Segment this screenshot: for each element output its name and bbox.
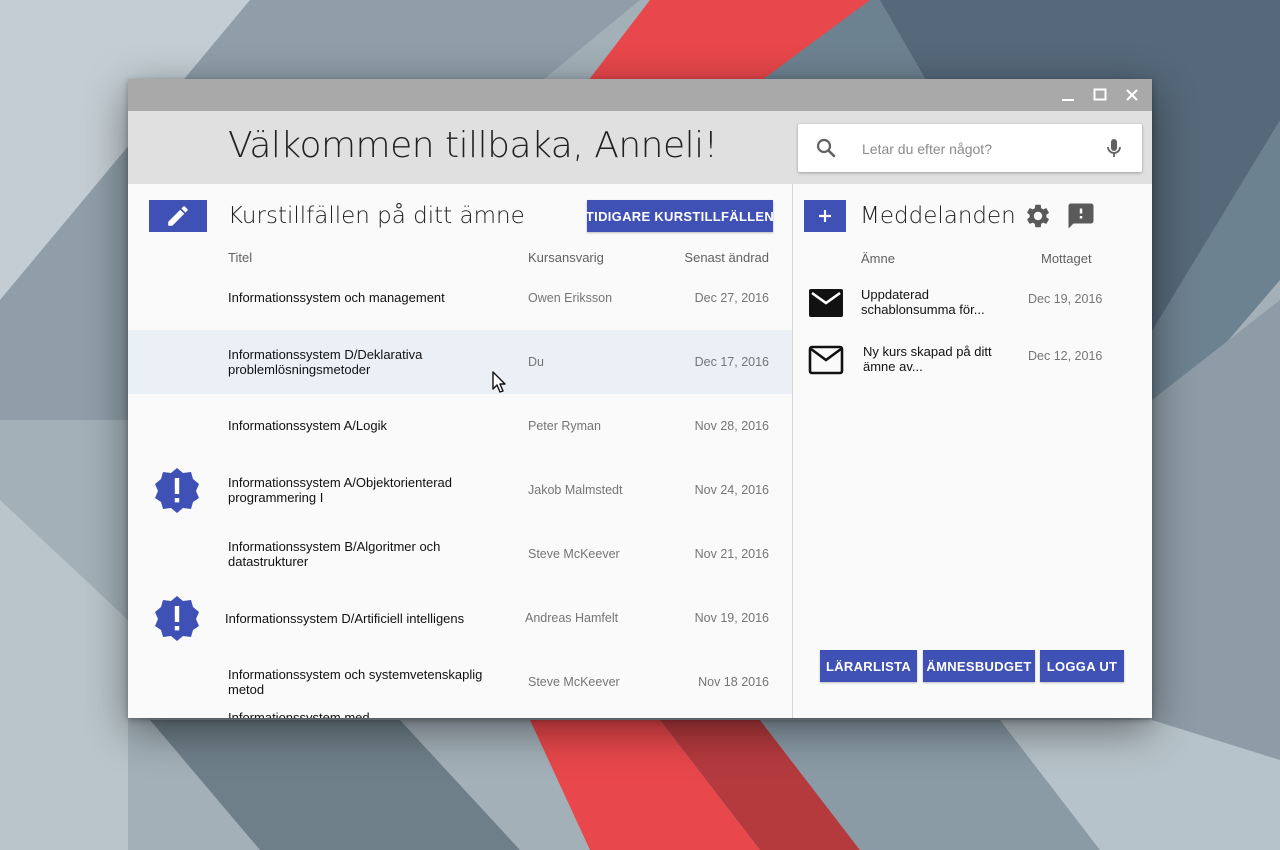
window-titlebar[interactable] bbox=[128, 79, 1152, 111]
gear-icon[interactable] bbox=[1024, 202, 1052, 235]
mail-open-icon bbox=[808, 345, 844, 380]
course-title: Informationssystem D/Artificiell intelli… bbox=[225, 611, 465, 626]
course-title: Informationssystem med bbox=[228, 710, 370, 718]
course-modified: Nov 18 2016 bbox=[698, 675, 769, 689]
message-subject: Ny kurs skapad på ditt ämne av... bbox=[863, 344, 992, 374]
course-title: Informationssystem och systemvetenskapli… bbox=[228, 667, 483, 697]
column-header-received[interactable]: Mottaget bbox=[1041, 251, 1092, 266]
course-title: Informationssystem B/Algoritmer och data… bbox=[228, 539, 441, 569]
table-row[interactable]: Informationssystem med bbox=[128, 710, 792, 718]
course-modified: Dec 17, 2016 bbox=[694, 355, 769, 369]
course-responsible: Du bbox=[528, 355, 544, 369]
welcome-title: Välkommen tillbaka, Anneli! bbox=[228, 125, 718, 166]
previous-courses-button[interactable]: TIDIGARE KURSTILLFÄLLEN bbox=[586, 200, 774, 232]
table-row[interactable]: Informationssystem D/Artificiell intelli… bbox=[128, 586, 792, 650]
table-row[interactable]: Informationssystem B/Algoritmer och data… bbox=[128, 522, 792, 586]
course-responsible: Steve McKeever bbox=[528, 547, 620, 561]
table-row[interactable]: Informationssystem A/Logik Peter Ryman N… bbox=[128, 394, 792, 458]
minimize-icon[interactable] bbox=[1052, 79, 1084, 111]
courses-title: Kurstillfällen på ditt ämne bbox=[228, 203, 525, 229]
course-responsible: Andreas Hamfelt bbox=[525, 611, 619, 625]
close-icon[interactable] bbox=[1116, 79, 1148, 111]
plus-icon bbox=[819, 210, 831, 222]
logout-button[interactable]: LOGGA UT bbox=[1040, 650, 1124, 682]
column-header-modified[interactable]: Senast ändrad bbox=[684, 250, 769, 265]
message-received: Dec 19, 2016 bbox=[1028, 292, 1103, 306]
message-received: Dec 12, 2016 bbox=[1028, 349, 1103, 363]
alert-badge-icon[interactable] bbox=[154, 467, 200, 518]
pencil-icon bbox=[168, 206, 188, 226]
messages-panel: Meddelanden Ämne Mottaget Uppdaterad sch… bbox=[793, 184, 1152, 718]
table-row[interactable]: Informationssystem och management Owen E… bbox=[128, 266, 792, 330]
course-responsible: Steve McKeever bbox=[528, 675, 620, 689]
edit-courses-button[interactable] bbox=[149, 200, 207, 232]
alert-badge-icon[interactable] bbox=[154, 595, 200, 646]
microphone-icon[interactable] bbox=[1102, 136, 1126, 165]
mouse-cursor-icon bbox=[492, 371, 506, 393]
course-modified: Nov 21, 2016 bbox=[694, 547, 769, 561]
column-header-responsible[interactable]: Kursansvarig bbox=[528, 250, 604, 265]
new-message-button[interactable] bbox=[804, 200, 846, 232]
column-header-title[interactable]: Titel bbox=[228, 250, 252, 265]
column-header-subject[interactable]: Ämne bbox=[861, 251, 895, 266]
course-title: Informationssystem och management bbox=[228, 290, 445, 305]
app-header: Välkommen tillbaka, Anneli! bbox=[128, 111, 1152, 184]
course-responsible: Jakob Malmstedt bbox=[528, 483, 623, 497]
search-input[interactable] bbox=[860, 136, 1084, 162]
search-icon[interactable] bbox=[814, 136, 838, 165]
maximize-icon[interactable] bbox=[1084, 79, 1116, 111]
mail-icon bbox=[808, 288, 844, 323]
table-row[interactable]: Informationssystem A/Objektorienterad pr… bbox=[128, 458, 792, 522]
message-row[interactable]: Uppdaterad schablonsumma för... Dec 19, … bbox=[793, 274, 1152, 330]
subject-budget-button[interactable]: ÄMNESBUDGET bbox=[923, 650, 1035, 682]
course-title: Informationssystem D/Deklarativa problem… bbox=[228, 347, 423, 377]
course-modified: Nov 28, 2016 bbox=[694, 419, 769, 433]
course-modified: Nov 24, 2016 bbox=[694, 483, 769, 497]
course-title: Informationssystem A/Logik bbox=[228, 418, 387, 433]
course-responsible: Peter Ryman bbox=[528, 419, 601, 433]
course-responsible: Owen Eriksson bbox=[528, 291, 613, 305]
course-modified: Nov 19, 2016 bbox=[694, 611, 769, 625]
course-modified: Dec 27, 2016 bbox=[694, 291, 769, 305]
courses-panel: Kurstillfällen på ditt ämne TIDIGARE KUR… bbox=[128, 184, 793, 718]
course-title: Informationssystem A/Objektorienterad pr… bbox=[228, 475, 452, 505]
teacher-list-button[interactable]: LÄRARLISTA bbox=[820, 650, 917, 682]
table-row[interactable]: Informationssystem D/Deklarativa problem… bbox=[128, 330, 792, 394]
search-bar[interactable] bbox=[798, 124, 1142, 172]
table-row[interactable]: Informationssystem och systemvetenskapli… bbox=[128, 650, 792, 714]
message-subject: Uppdaterad schablonsumma för... bbox=[861, 287, 985, 317]
app-window: Välkommen tillbaka, Anneli! Kurstillfäll… bbox=[128, 79, 1152, 718]
messages-title: Meddelanden bbox=[860, 203, 1016, 229]
feedback-icon[interactable] bbox=[1066, 201, 1096, 236]
message-row[interactable]: Ny kurs skapad på ditt ämne av... Dec 12… bbox=[793, 331, 1152, 387]
